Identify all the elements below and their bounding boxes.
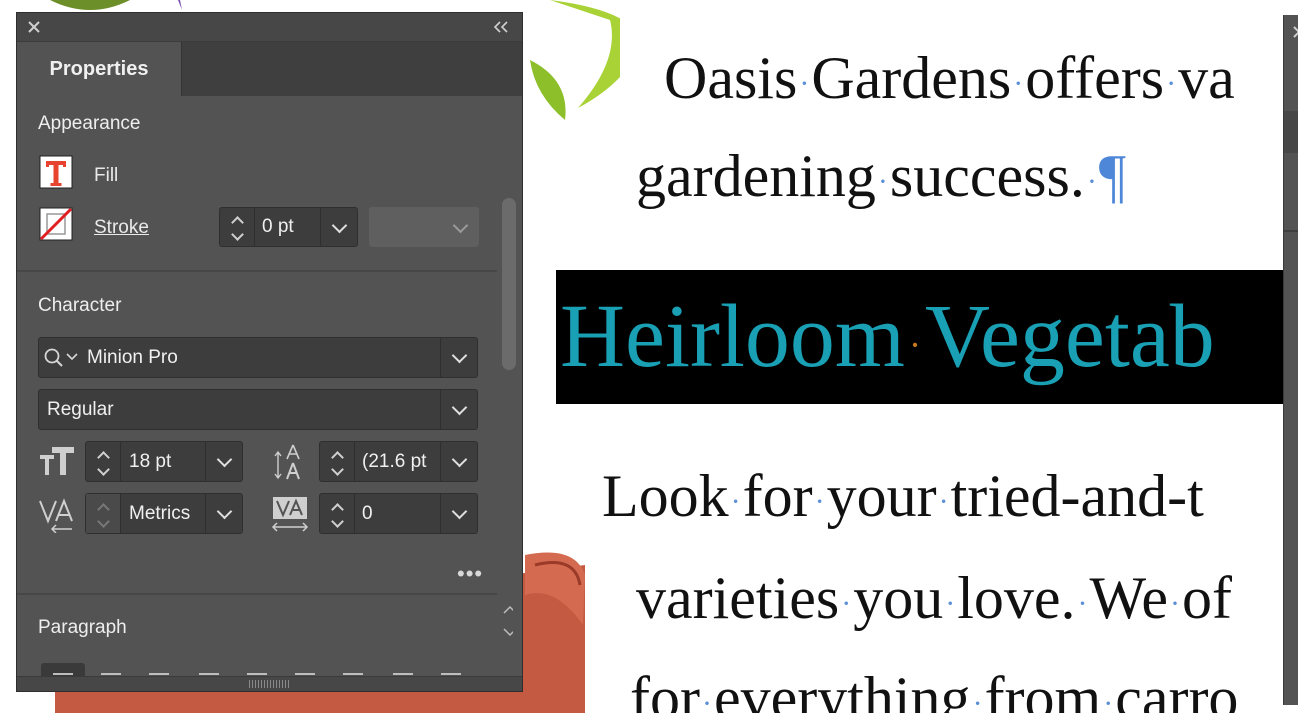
font-family-value[interactable]: Minion Pro — [87, 347, 178, 369]
fill-label: Fill — [94, 165, 119, 186]
more-options-button[interactable]: ••• — [457, 561, 483, 587]
stroke-type-dropdown[interactable] — [369, 207, 479, 247]
font-style-value[interactable]: Regular — [47, 399, 114, 421]
section-divider — [17, 593, 497, 595]
search-icon[interactable] — [43, 347, 83, 369]
properties-panel[interactable]: Properties Appearance Fill Stroke 0 pt C… — [16, 12, 523, 692]
tab-properties[interactable]: Properties — [17, 42, 182, 96]
panel-scroll-thumb[interactable] — [502, 198, 516, 370]
right-panel-tab — [1284, 111, 1298, 153]
leading-dropdown[interactable] — [440, 442, 477, 481]
scroll-up-icon[interactable] — [503, 605, 513, 615]
stroke-link[interactable]: Stroke — [94, 217, 149, 239]
doc-line-gardening: gardening·success.·¶ — [636, 143, 1127, 209]
tracking-icon — [271, 497, 309, 532]
heading-text-frame[interactable]: Heirloom ·Vegetab — [556, 270, 1298, 404]
kerning-field[interactable]: Metrics — [85, 493, 243, 534]
font-size-icon — [40, 447, 74, 475]
font-size-dropdown[interactable] — [205, 442, 242, 481]
panel-title-bar[interactable] — [17, 13, 522, 42]
paragraph-title: Paragraph — [38, 617, 127, 638]
kerning-icon — [39, 498, 73, 533]
section-divider — [17, 270, 497, 272]
stroke-weight-dropdown[interactable] — [320, 208, 357, 246]
panel-resize-bar[interactable] — [17, 676, 522, 691]
doc-line-everything: for·everything·from·carro — [630, 665, 1239, 713]
tracking-dropdown[interactable] — [440, 494, 477, 533]
tracking-value[interactable]: 0 — [362, 503, 373, 525]
font-style-field[interactable]: Regular — [38, 389, 478, 430]
collapse-icon[interactable] — [492, 20, 510, 34]
right-panel-divider — [1284, 230, 1298, 232]
font-family-dropdown[interactable] — [440, 338, 477, 377]
font-family-field[interactable]: Minion Pro — [38, 337, 478, 378]
stroke-type-chevron[interactable] — [442, 208, 478, 246]
font-style-dropdown[interactable] — [440, 390, 477, 429]
character-title: Character — [38, 295, 122, 316]
fill-text-icon[interactable] — [39, 155, 73, 189]
kerning-stepper[interactable] — [86, 494, 121, 533]
right-panel-edge[interactable] — [1283, 15, 1298, 705]
scroll-down-icon[interactable] — [503, 627, 513, 637]
doc-line-look: Look·for·your·tried-and-t — [602, 463, 1204, 529]
leading-value[interactable]: (21.6 pt — [362, 451, 426, 473]
stroke-weight-stepper[interactable] — [220, 208, 255, 246]
stroke-none-icon[interactable] — [39, 207, 73, 241]
leading-icon — [274, 444, 300, 480]
tracking-stepper[interactable] — [320, 494, 355, 533]
kerning-dropdown[interactable] — [205, 494, 242, 533]
stroke-weight-value[interactable]: 0 pt — [262, 216, 294, 238]
stroke-weight-field[interactable]: 0 pt — [219, 207, 358, 247]
doc-line-oasis: Oasis·Gardens·offers·va — [664, 45, 1235, 111]
resize-grip-icon[interactable] — [249, 680, 289, 688]
panel-tab-row: Properties — [17, 42, 522, 96]
pilcrow-mark: ¶ — [1098, 143, 1127, 209]
leading-stepper[interactable] — [320, 442, 355, 481]
appearance-title: Appearance — [38, 113, 141, 134]
close-icon[interactable] — [1290, 23, 1298, 43]
close-icon[interactable] — [27, 20, 41, 34]
font-size-field[interactable]: 18 pt — [85, 441, 243, 482]
tracking-field[interactable]: 0 — [319, 493, 478, 534]
heading-text: Heirloom ·Vegetab — [560, 287, 1215, 386]
font-size-value[interactable]: 18 pt — [129, 451, 171, 473]
kerning-value[interactable]: Metrics — [129, 503, 190, 525]
doc-line-varieties: varieties·you·love.·We·of — [636, 565, 1232, 631]
leading-field[interactable]: (21.6 pt — [319, 441, 478, 482]
font-size-stepper[interactable] — [86, 442, 121, 481]
